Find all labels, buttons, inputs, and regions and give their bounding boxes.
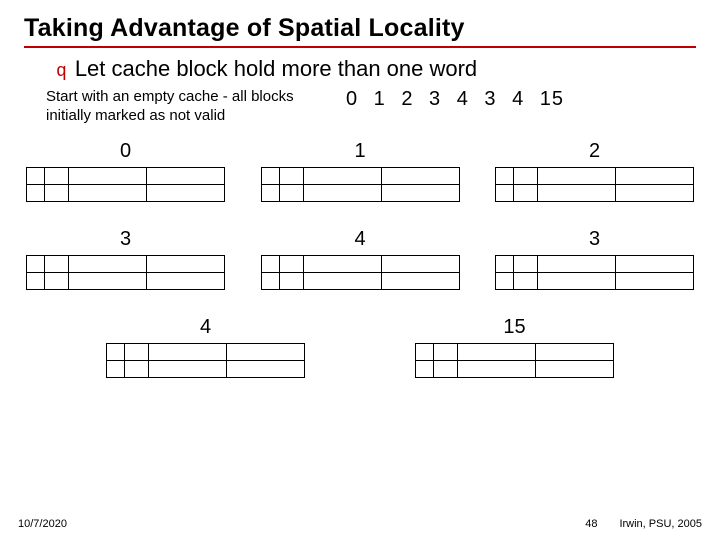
slide-title: Taking Advantage of Spatial Locality [24, 14, 696, 43]
cache-block: 3 [495, 228, 694, 290]
cache-table [495, 255, 694, 290]
title-rule: Taking Advantage of Spatial Locality [24, 14, 696, 48]
block-label: 15 [503, 316, 525, 339]
block-label: 3 [589, 228, 600, 251]
access-sequence: 0 1 2 3 4 3 4 15 [346, 88, 564, 111]
cache-block: 1 [261, 140, 460, 202]
cache-table [26, 255, 225, 290]
footer-attribution: Irwin, PSU, 2005 [619, 518, 702, 530]
cache-block: 2 [495, 140, 694, 202]
block-row-1: 0 1 2 [26, 140, 694, 202]
block-label: 1 [354, 140, 365, 163]
cache-table [261, 255, 460, 290]
cache-block: 15 [415, 316, 614, 378]
bullet-text: Let cache block hold more than one word [75, 56, 477, 82]
block-row-2: 3 4 3 [26, 228, 694, 290]
cache-block: 4 [106, 316, 305, 378]
block-label: 0 [120, 140, 131, 163]
footer-page-number: 48 [585, 518, 597, 530]
cache-table [26, 167, 225, 202]
bullet-row: q Let cache block hold more than one wor… [56, 56, 702, 82]
cache-block: 3 [26, 228, 225, 290]
cache-table [415, 343, 614, 378]
block-label: 4 [200, 316, 211, 339]
bullet-mark-icon: q [56, 62, 67, 82]
block-row-3: 4 15 [26, 316, 694, 378]
footer: 10/7/2020 48 Irwin, PSU, 2005 [0, 518, 720, 530]
block-label: 2 [589, 140, 600, 163]
slide: Taking Advantage of Spatial Locality q L… [0, 0, 720, 540]
intro-row: Start with an empty cache - all blocks i… [46, 88, 684, 126]
cache-table [261, 167, 460, 202]
block-label: 3 [120, 228, 131, 251]
cache-blocks-area: 0 1 2 3 4 3 [26, 140, 694, 378]
cache-table [106, 343, 305, 378]
cache-table [495, 167, 694, 202]
block-label: 4 [354, 228, 365, 251]
intro-text: Start with an empty cache - all blocks i… [46, 88, 296, 126]
footer-date: 10/7/2020 [18, 518, 67, 530]
cache-block: 0 [26, 140, 225, 202]
cache-block: 4 [261, 228, 460, 290]
